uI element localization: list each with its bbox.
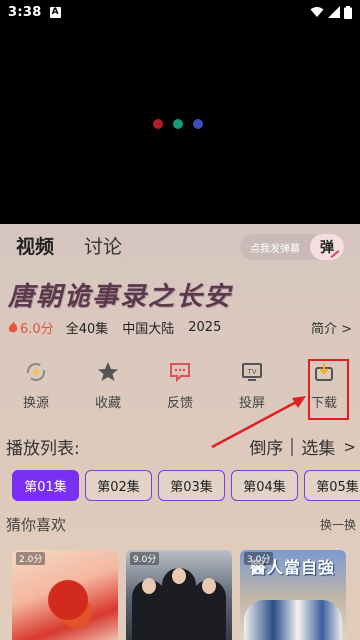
favorite-button[interactable]: 收藏	[78, 358, 138, 411]
loading-indicator	[153, 119, 203, 129]
tab-video[interactable]: 视频	[16, 232, 54, 259]
signal-icon	[328, 6, 340, 18]
loading-dot	[193, 119, 203, 129]
poster-image	[142, 578, 156, 594]
playlist-title: 播放列表:	[6, 439, 80, 459]
switch-source-button[interactable]: 换源	[6, 358, 66, 411]
refresh-button[interactable]: 换一换	[320, 516, 356, 533]
danmu-toggle-button[interactable]: 弹	[310, 234, 344, 260]
loading-dot	[153, 119, 163, 129]
item-score: 3.0分	[244, 552, 274, 565]
feedback-button[interactable]: 反馈	[150, 358, 210, 411]
action-bar: 换源 收藏 反馈 TV 投屏 下载	[0, 358, 360, 418]
intro-link[interactable]: 简介 >	[311, 318, 352, 337]
episode-button[interactable]: 第04集	[231, 470, 298, 501]
recommend-item[interactable]: 2.0分	[12, 550, 118, 640]
poster-image	[172, 568, 186, 584]
status-bar: 3:38 A	[0, 0, 360, 24]
playlist-header: 播放列表: 倒序 选集 >	[6, 434, 356, 459]
highlight-box	[308, 359, 349, 420]
recommend-header: 猜你喜欢 换一换	[6, 514, 356, 535]
episode-button[interactable]: 第01集	[12, 470, 79, 501]
playlist-controls: 倒序 选集 >	[249, 434, 356, 459]
item-score: 2.0分	[16, 552, 46, 565]
poster-image	[244, 600, 342, 640]
recommend-list: 2.0分 9.0分 醫人當自強 3.0分	[12, 550, 346, 640]
item-score: 9.0分	[130, 552, 160, 565]
flame-icon	[8, 321, 18, 333]
tab-bar: 视频 讨论	[16, 232, 122, 259]
switch-source-icon	[22, 358, 50, 386]
show-region: 中国大陆	[122, 322, 175, 337]
status-time: 3:38	[8, 4, 42, 20]
switch-source-label: 换源	[22, 396, 49, 411]
svg-text:TV: TV	[246, 368, 256, 376]
divider	[291, 437, 294, 456]
wifi-icon	[310, 7, 324, 17]
poster-image	[48, 580, 88, 620]
video-player[interactable]	[0, 24, 360, 224]
detail-panel: 视频 讨论 点我发弹幕 弹 唐朝诡事录之长安 6.0分 全40集 中国大陆 20…	[0, 224, 360, 640]
cast-button[interactable]: TV 投屏	[222, 358, 282, 411]
danmu-placeholder: 点我发弹幕	[250, 243, 300, 255]
sort-reverse-button[interactable]: 倒序	[249, 434, 283, 459]
episodes-total: 全40集	[65, 322, 109, 337]
poster-image	[202, 578, 216, 594]
battery-icon	[344, 5, 352, 19]
loading-dot	[173, 119, 183, 129]
tab-discussion[interactable]: 讨论	[84, 232, 122, 259]
feedback-icon	[166, 358, 194, 386]
show-year: 2025	[188, 320, 222, 335]
recommend-title: 猜你喜欢	[6, 516, 67, 534]
feedback-label: 反馈	[166, 396, 193, 411]
recommend-item[interactable]: 醫人當自強 3.0分	[240, 550, 346, 640]
show-info: 6.0分 全40集 中国大陆 2025 简介 >	[8, 318, 352, 337]
episode-list: 第01集 第02集 第03集 第04集 第05集	[12, 470, 360, 501]
cast-label: 投屏	[238, 396, 265, 411]
score-value: 6.0分	[20, 322, 54, 337]
show-title: 唐朝诡事录之长安	[8, 282, 233, 312]
episode-button[interactable]: 第03集	[158, 470, 225, 501]
star-icon	[94, 358, 122, 386]
show-score: 6.0分	[8, 318, 54, 337]
select-episode-button[interactable]: 选集	[301, 434, 335, 459]
episode-button[interactable]: 第02集	[85, 470, 152, 501]
tv-cast-icon: TV	[238, 358, 266, 386]
favorite-label: 收藏	[94, 396, 121, 411]
notification-icon: A	[49, 6, 61, 18]
recommend-item[interactable]: 9.0分	[126, 550, 232, 640]
chevron-right-icon[interactable]: >	[343, 438, 356, 456]
episode-button[interactable]: 第05集	[304, 470, 360, 501]
danmu-input[interactable]: 点我发弹幕 弹	[240, 234, 344, 260]
status-icons	[310, 5, 352, 19]
